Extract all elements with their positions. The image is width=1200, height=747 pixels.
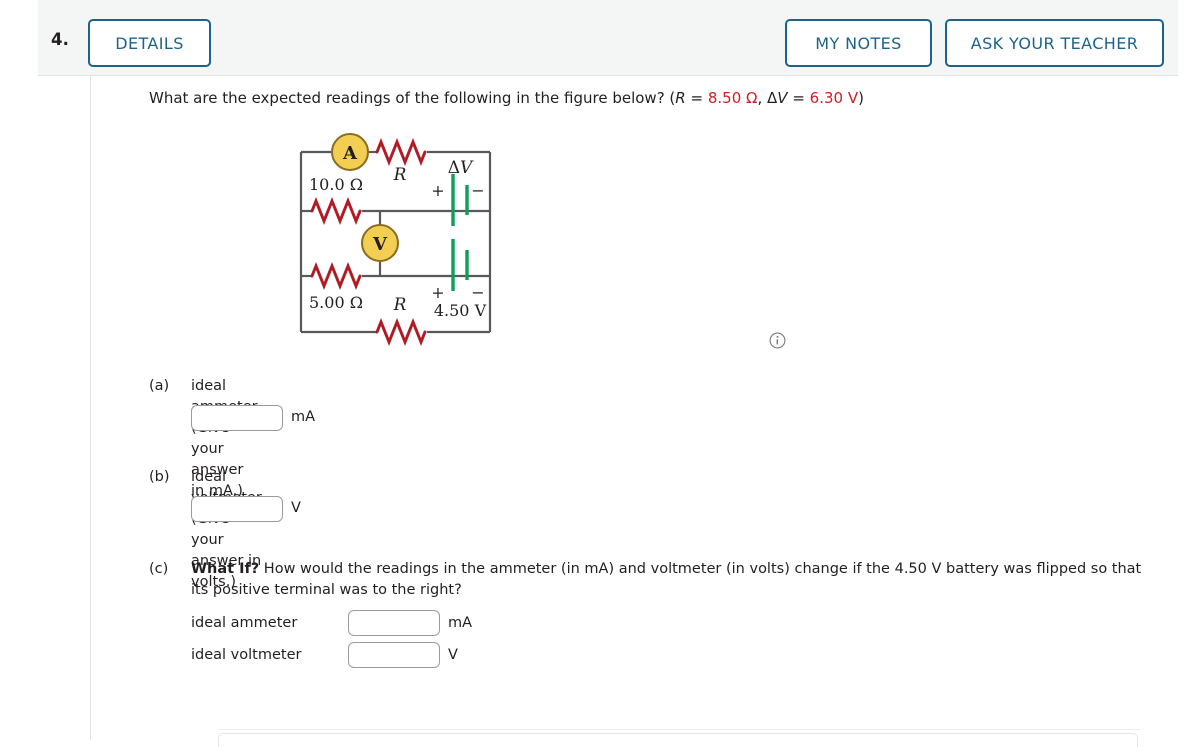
part-c-row-0-input[interactable] <box>348 610 440 636</box>
voltmeter-symbol-label: V <box>372 234 388 255</box>
part-c-row-0-unit: mA <box>448 615 473 631</box>
bottom-divider <box>218 729 1140 730</box>
part-c-row-1-input[interactable] <box>348 642 440 668</box>
ammeter-symbol-label: A <box>342 143 358 164</box>
ask-your-teacher-button[interactable]: ASK YOUR TEACHER <box>945 19 1164 67</box>
part-c-text: What If? How would the readings in the a… <box>191 559 1156 601</box>
question-prompt: What are the expected readings of the fo… <box>149 88 864 108</box>
prompt-equals-2: = <box>787 89 810 107</box>
prompt-value-R: 8.50 Ω <box>707 89 758 107</box>
prompt-comma: , <box>757 89 768 107</box>
part-b-answer-input[interactable] <box>191 496 283 522</box>
question-number: 4. <box>51 30 70 49</box>
part-a-label: (a) <box>149 378 170 394</box>
figure-label-resistance-10: 10.0 Ω <box>309 175 363 194</box>
part-c-row-1-unit: V <box>448 647 458 663</box>
part-b-unit: V <box>291 500 301 516</box>
prompt-symbol-delta-v: ΔV <box>767 89 788 107</box>
figure-label-resistor-bottom: R <box>393 295 407 315</box>
prompt-text-post: ) <box>858 89 864 107</box>
figure-label-battery-top: ΔV <box>448 158 474 178</box>
question-body: What are the expected readings of the fo… <box>90 76 1178 740</box>
details-button[interactable]: DETAILS <box>88 19 211 67</box>
my-notes-button[interactable]: MY NOTES <box>785 19 932 67</box>
part-a-unit: mA <box>291 409 316 425</box>
info-icon[interactable] <box>769 332 786 349</box>
circuit-diagram-figure: A V R R 10.0 Ω 5.00 Ω ΔV + − + − 4.50 V <box>231 126 521 351</box>
question-card: 4. DETAILS MY NOTES ASK YOUR TEACHER Wha… <box>38 0 1178 740</box>
figure-label-battery-top-plus: + <box>431 181 444 200</box>
part-c-label: (c) <box>149 561 169 577</box>
figure-label-battery-bottom: 4.50 V <box>434 301 487 320</box>
question-header: 4. DETAILS MY NOTES ASK YOUR TEACHER <box>38 0 1178 76</box>
figure-label-resistance-5: 5.00 Ω <box>309 293 363 312</box>
figure-label-resistor-top: R <box>393 165 407 185</box>
figure-label-battery-bottom-plus: + <box>431 283 444 302</box>
part-c-text-line1: How would the readings in the ammeter (i… <box>259 561 1087 577</box>
prompt-equals-1: = <box>685 89 708 107</box>
bottom-panel-partial <box>218 733 1138 747</box>
figure-label-battery-top-minus: − <box>471 181 484 200</box>
part-c-whatif-emphasis: What If? <box>191 561 260 577</box>
prompt-value-delta-v: 6.30 V <box>809 89 859 107</box>
part-a-answer-input[interactable] <box>191 405 283 431</box>
figure-label-battery-bottom-minus: − <box>471 283 484 302</box>
part-c-row-1-label: ideal voltmeter <box>191 647 302 663</box>
prompt-text-pre: What are the expected readings of the fo… <box>149 89 676 107</box>
part-c-row-0-label: ideal ammeter <box>191 615 298 631</box>
part-b-label: (b) <box>149 469 170 485</box>
prompt-symbol-R: R <box>675 89 686 107</box>
